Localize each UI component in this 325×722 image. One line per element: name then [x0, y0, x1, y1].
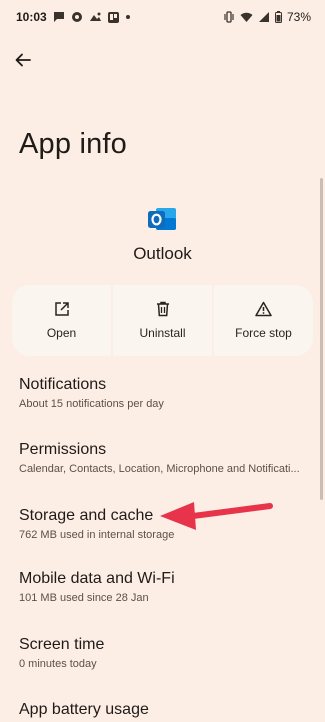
force-stop-button[interactable]: Force stop [214, 285, 313, 356]
back-button[interactable] [10, 47, 36, 73]
item-title: Notifications [19, 376, 107, 393]
item-subtitle: About 15 notifications per day [19, 398, 164, 410]
wifi-icon [240, 11, 253, 23]
status-time: 10:03 [16, 10, 47, 24]
message-icon [53, 11, 65, 23]
item-title: Permissions [19, 441, 107, 458]
app-battery-usage-item[interactable]: App battery usage [19, 701, 319, 719]
status-bar-left: 10:03 [16, 10, 131, 24]
item-title: Mobile data and Wi-Fi [19, 570, 175, 587]
screen-time-item[interactable]: Screen time 0 minutes today [19, 636, 319, 670]
item-title: Screen time [19, 636, 105, 653]
trello-icon [107, 11, 119, 23]
notifications-item[interactable]: Notifications About 15 notifications per… [19, 376, 319, 410]
outlook-icon [146, 203, 178, 235]
photo-icon [89, 11, 102, 23]
action-buttons: Open Uninstall Force stop [12, 285, 313, 356]
open-button[interactable]: Open [12, 285, 111, 356]
back-arrow-icon [15, 53, 31, 67]
battery-icon [274, 11, 282, 23]
status-bar: 10:03 73% [0, 0, 325, 34]
open-external-icon [54, 302, 69, 316]
red-arrow-icon [160, 502, 273, 530]
signal-icon [258, 11, 270, 23]
dot-icon [125, 14, 131, 20]
scrollbar[interactable] [320, 178, 323, 500]
force-stop-label: Force stop [235, 326, 292, 340]
uninstall-button[interactable]: Uninstall [113, 285, 212, 356]
uninstall-label: Uninstall [139, 326, 186, 340]
open-label: Open [46, 326, 77, 340]
permissions-item[interactable]: Permissions Calendar, Contacts, Location… [19, 441, 319, 475]
mobile-data-item[interactable]: Mobile data and Wi-Fi 101 MB used since … [19, 570, 319, 604]
item-title: App battery usage [19, 701, 149, 718]
vibrate-icon [223, 11, 235, 23]
item-subtitle: 0 minutes today [19, 658, 97, 670]
item-subtitle: Calendar, Contacts, Location, Microphone… [19, 463, 300, 475]
status-bar-right: 73% [223, 10, 311, 24]
chat-icon [71, 11, 83, 23]
page-title: App info [19, 128, 128, 160]
trash-icon [156, 301, 169, 317]
item-subtitle: 101 MB used since 28 Jan [19, 592, 149, 604]
app-name: Outlook [133, 244, 192, 263]
battery-percent: 73% [286, 10, 311, 24]
warning-icon [255, 301, 272, 317]
